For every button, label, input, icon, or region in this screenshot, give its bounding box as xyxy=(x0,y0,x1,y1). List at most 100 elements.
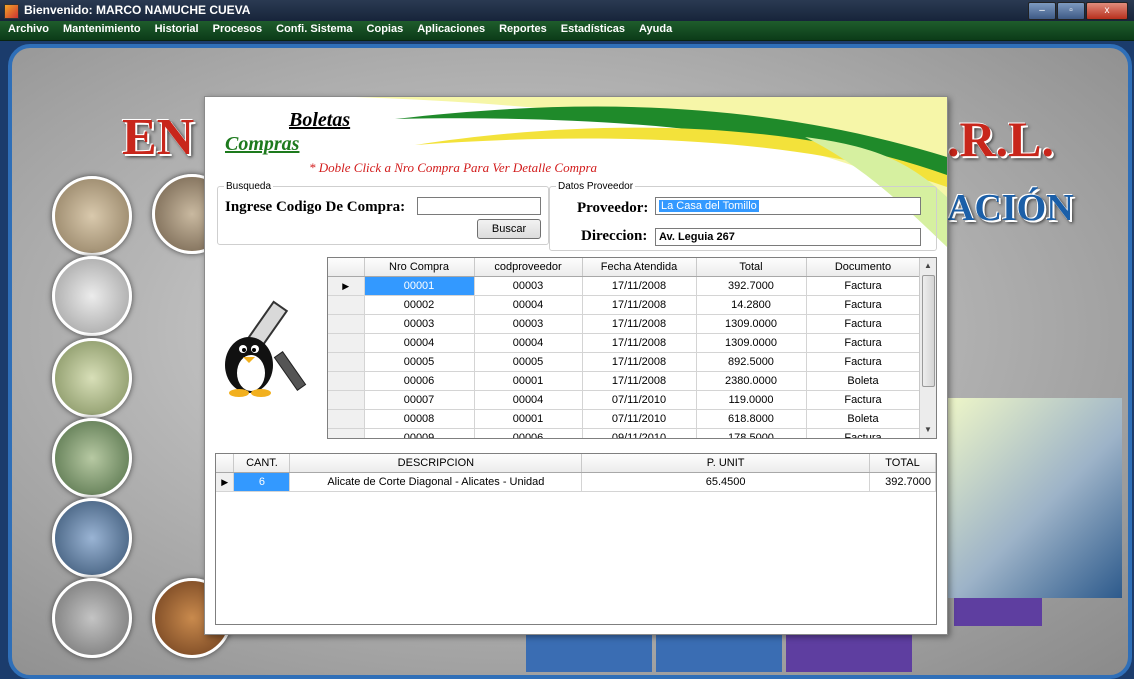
compras-cell-documento[interactable]: Factura xyxy=(806,428,921,438)
compras-cell-total[interactable]: 892.5000 xyxy=(696,352,807,372)
compras-cell-fecha-atendida[interactable]: 17/11/2008 xyxy=(582,352,697,372)
compras-row[interactable]: 00007 00004 07/11/2010 119.0000 Factura xyxy=(328,390,921,410)
compras-cell-fecha-atendida[interactable]: 09/11/2010 xyxy=(582,428,697,438)
compras-row[interactable]: 00005 00005 17/11/2008 892.5000 Factura xyxy=(328,352,921,372)
menu-copias[interactable]: Copias xyxy=(359,21,410,40)
row-header-cell[interactable] xyxy=(328,390,365,410)
scroll-up-arrow-icon[interactable]: ▲ xyxy=(920,258,936,274)
column-header-codproveedor[interactable]: codproveedor xyxy=(474,258,583,277)
column-header-descripcion[interactable]: DESCRIPCION xyxy=(289,454,583,473)
column-header-total[interactable]: Total xyxy=(696,258,807,277)
compras-cell-nro-compra[interactable]: 00002 xyxy=(364,295,475,315)
compras-cell-documento[interactable]: Factura xyxy=(806,390,921,410)
compras-cell-total[interactable]: 14.2800 xyxy=(696,295,807,315)
compras-cell-fecha-atendida[interactable]: 07/11/2010 xyxy=(582,390,697,410)
compras-cell-codproveedor[interactable]: 00004 xyxy=(474,295,583,315)
menu-historial[interactable]: Historial xyxy=(147,21,205,40)
compras-cell-nro-compra[interactable]: 00005 xyxy=(364,352,475,372)
compras-grid-scrollbar[interactable]: ▲ ▼ xyxy=(919,258,936,438)
menu-mantenimiento[interactable]: Mantenimiento xyxy=(55,21,147,40)
row-selector-arrow-icon[interactable]: ▶ xyxy=(216,472,235,492)
compras-cell-total[interactable]: 2380.0000 xyxy=(696,371,807,391)
menu-ayuda[interactable]: Ayuda xyxy=(631,21,678,40)
compras-cell-nro-compra[interactable]: 00006 xyxy=(364,371,475,391)
compras-cell-codproveedor[interactable]: 00001 xyxy=(474,409,583,429)
menu-archivo[interactable]: Archivo xyxy=(0,21,55,40)
compras-cell-codproveedor[interactable]: 00003 xyxy=(474,276,583,296)
codigo-compra-input[interactable] xyxy=(417,197,541,215)
row-selector-arrow-icon[interactable]: ▶ xyxy=(328,276,365,296)
column-header-fecha-atendida[interactable]: Fecha Atendida xyxy=(582,258,697,277)
column-header-nro-compra[interactable]: Nro Compra xyxy=(364,258,475,277)
compras-row[interactable]: 00009 00006 09/11/2010 178.5000 Factura xyxy=(328,428,921,438)
compras-cell-fecha-atendida[interactable]: 17/11/2008 xyxy=(582,333,697,353)
compras-cell-codproveedor[interactable]: 00005 xyxy=(474,352,583,372)
compras-cell-codproveedor[interactable]: 00004 xyxy=(474,390,583,410)
compras-cell-nro-compra[interactable]: 00008 xyxy=(364,409,475,429)
row-header-cell[interactable] xyxy=(328,295,365,315)
compras-cell-total[interactable]: 119.0000 xyxy=(696,390,807,410)
maximize-button[interactable]: ▫ xyxy=(1057,2,1085,20)
compras-row[interactable]: 00006 00001 17/11/2008 2380.0000 Boleta xyxy=(328,371,921,391)
menu-procesos[interactable]: Procesos xyxy=(205,21,269,40)
detalle-cell-total[interactable]: 392.7000 xyxy=(869,472,936,492)
compras-row[interactable]: 00002 00004 17/11/2008 14.2800 Factura xyxy=(328,295,921,315)
compras-row[interactable]: 00003 00003 17/11/2008 1309.0000 Factura xyxy=(328,314,921,334)
menu-aplicaciones[interactable]: Aplicaciones xyxy=(409,21,491,40)
column-header-cant[interactable]: CANT. xyxy=(233,454,291,473)
compras-cell-total[interactable]: 1309.0000 xyxy=(696,333,807,353)
compras-cell-documento[interactable]: Factura xyxy=(806,276,921,296)
compras-row[interactable]: 00004 00004 17/11/2008 1309.0000 Factura xyxy=(328,333,921,353)
compras-cell-nro-compra[interactable]: 00003 xyxy=(364,314,475,334)
detalle-grid[interactable]: CANT. DESCRIPCION P. UNIT TOTAL ▶ 6 Alic… xyxy=(215,453,937,625)
detalle-cell-p-unit[interactable]: 65.4500 xyxy=(581,472,870,492)
row-header-cell[interactable] xyxy=(328,352,365,372)
column-header-total[interactable]: TOTAL xyxy=(869,454,936,473)
compras-cell-total[interactable]: 178.5000 xyxy=(696,428,807,438)
compras-cell-fecha-atendida[interactable]: 07/11/2010 xyxy=(582,409,697,429)
compras-cell-fecha-atendida[interactable]: 17/11/2008 xyxy=(582,295,697,315)
row-header-cell[interactable] xyxy=(328,314,365,334)
compras-cell-nro-compra[interactable]: 00009 xyxy=(364,428,475,438)
compras-cell-codproveedor[interactable]: 00001 xyxy=(474,371,583,391)
compras-cell-documento[interactable]: Boleta xyxy=(806,409,921,429)
row-header-cell[interactable] xyxy=(328,409,365,429)
compras-cell-total[interactable]: 618.8000 xyxy=(696,409,807,429)
menu-estadisticas[interactable]: Estadísticas xyxy=(553,21,631,40)
compras-cell-codproveedor[interactable]: 00004 xyxy=(474,333,583,353)
scroll-thumb[interactable] xyxy=(922,275,935,387)
compras-cell-nro-compra[interactable]: 00007 xyxy=(364,390,475,410)
compras-row[interactable]: 00008 00001 07/11/2010 618.8000 Boleta xyxy=(328,409,921,429)
compras-cell-documento[interactable]: Boleta xyxy=(806,371,921,391)
compras-cell-documento[interactable]: Factura xyxy=(806,295,921,315)
compras-cell-codproveedor[interactable]: 00003 xyxy=(474,314,583,334)
compras-cell-documento[interactable]: Factura xyxy=(806,352,921,372)
detalle-row[interactable]: ▶ 6 Alicate de Corte Diagonal - Alicates… xyxy=(216,472,936,492)
column-header-documento[interactable]: Documento xyxy=(806,258,921,277)
compras-cell-codproveedor[interactable]: 00006 xyxy=(474,428,583,438)
row-header-cell[interactable] xyxy=(328,371,365,391)
compras-cell-nro-compra[interactable]: 00004 xyxy=(364,333,475,353)
compras-cell-fecha-atendida[interactable]: 17/11/2008 xyxy=(582,314,697,334)
compras-grid[interactable]: Nro Compra codproveedor Fecha Atendida T… xyxy=(327,257,937,439)
row-header-cell[interactable] xyxy=(328,333,365,353)
close-button[interactable]: x xyxy=(1086,2,1128,20)
compras-cell-documento[interactable]: Factura xyxy=(806,314,921,334)
detalle-cell-cant[interactable]: 6 xyxy=(233,472,291,492)
compras-cell-nro-compra[interactable]: 00001 xyxy=(364,276,475,296)
menu-reportes[interactable]: Reportes xyxy=(491,21,553,40)
direccion-field[interactable]: Av. Leguia 267 xyxy=(655,228,921,246)
menu-confi-sistema[interactable]: Confi. Sistema xyxy=(268,21,358,40)
proveedor-field[interactable]: La Casa del Tomillo xyxy=(655,197,921,215)
column-header-p-unit[interactable]: P. UNIT xyxy=(581,454,870,473)
compras-cell-total[interactable]: 1309.0000 xyxy=(696,314,807,334)
compras-cell-total[interactable]: 392.7000 xyxy=(696,276,807,296)
compras-cell-fecha-atendida[interactable]: 17/11/2008 xyxy=(582,276,697,296)
compras-cell-documento[interactable]: Factura xyxy=(806,333,921,353)
detalle-cell-descripcion[interactable]: Alicate de Corte Diagonal - Alicates - U… xyxy=(289,472,583,492)
compras-cell-fecha-atendida[interactable]: 17/11/2008 xyxy=(582,371,697,391)
scroll-down-arrow-icon[interactable]: ▼ xyxy=(920,422,936,438)
compras-row[interactable]: ▶ 00001 00003 17/11/2008 392.7000 Factura xyxy=(328,276,921,296)
buscar-button[interactable]: Buscar xyxy=(477,219,541,239)
minimize-button[interactable]: – xyxy=(1028,2,1056,20)
